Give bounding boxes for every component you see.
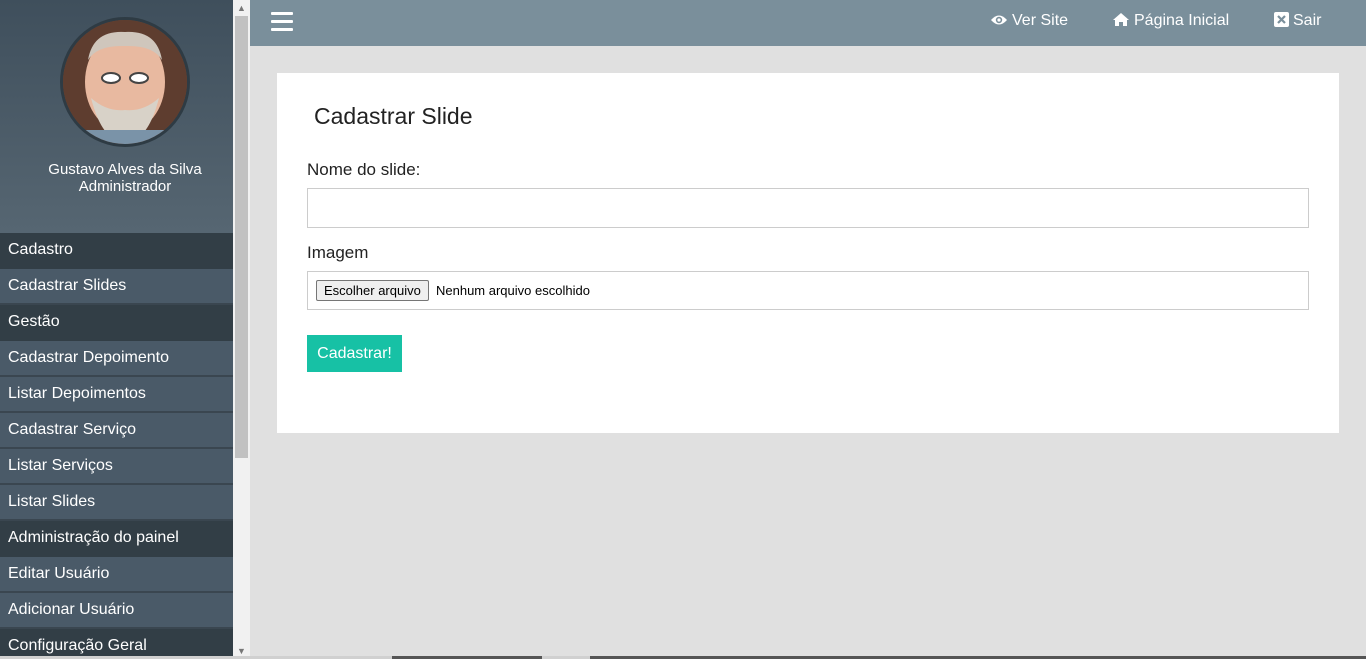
file-status-text: Nenhum arquivo escolhido [436, 283, 590, 298]
menu-item-adicionar-usuario[interactable]: Adicionar Usuário [0, 593, 233, 629]
avatar [60, 17, 190, 147]
menu-item-cadastrar-slides[interactable]: Cadastrar Slides [0, 269, 233, 305]
sidebar-scrollbar[interactable]: ▲ ▼ [233, 0, 250, 659]
menu-header-configuracao: Configuração Geral [0, 629, 233, 659]
hamburger-icon[interactable] [271, 12, 293, 32]
pagina-inicial-label: Página Inicial [1134, 12, 1230, 29]
sair-label: Sair [1293, 12, 1322, 29]
scroll-up-arrow-icon[interactable]: ▲ [233, 0, 250, 16]
menu-header-gestao: Gestão [0, 305, 233, 341]
profile-panel: Gustavo Alves da Silva Administrador [0, 0, 233, 233]
eye-icon [991, 15, 1007, 25]
menu-item-cadastrar-servico[interactable]: Cadastrar Serviço [0, 413, 233, 449]
user-name: Gustavo Alves da Silva [48, 161, 202, 178]
menu-item-editar-usuario[interactable]: Editar Usuário [0, 557, 233, 593]
user-role: Administrador [78, 178, 172, 195]
sair-link[interactable]: Sair [1274, 0, 1321, 46]
home-icon [1113, 13, 1129, 26]
image-file-field: Escolher arquivo Nenhum arquivo escolhid… [307, 271, 1309, 310]
submit-button[interactable]: Cadastrar! [307, 335, 402, 372]
ver-site-label: Ver Site [1012, 12, 1069, 29]
scroll-thumb[interactable] [235, 16, 248, 458]
menu-item-listar-servicos[interactable]: Listar Serviços [0, 449, 233, 485]
menu-item-listar-depoimentos[interactable]: Listar Depoimentos [0, 377, 233, 413]
slide-name-input[interactable] [307, 188, 1309, 228]
ver-site-link[interactable]: Ver Site [990, 0, 1068, 46]
menu-item-listar-slides[interactable]: Listar Slides [0, 485, 233, 521]
menu-header-administracao: Administração do painel [0, 521, 233, 557]
pagina-inicial-link[interactable]: Página Inicial [1112, 0, 1229, 46]
top-bar: Ver Site Página Inicial Sair [250, 0, 1366, 46]
slide-name-label: Nome do slide: [307, 160, 421, 179]
sidebar: Gustavo Alves da Silva Administrador Cad… [0, 0, 233, 659]
image-label: Imagem [307, 243, 369, 262]
form-card: Cadastrar Slide Nome do slide: Imagem Es… [277, 73, 1339, 433]
menu-header-cadastro: Cadastro [0, 233, 233, 269]
menu-item-cadastrar-depoimento[interactable]: Cadastrar Depoimento [0, 341, 233, 377]
close-square-icon [1274, 12, 1289, 27]
choose-file-button[interactable]: Escolher arquivo [316, 280, 429, 301]
page-title: Cadastrar Slide [314, 103, 473, 129]
